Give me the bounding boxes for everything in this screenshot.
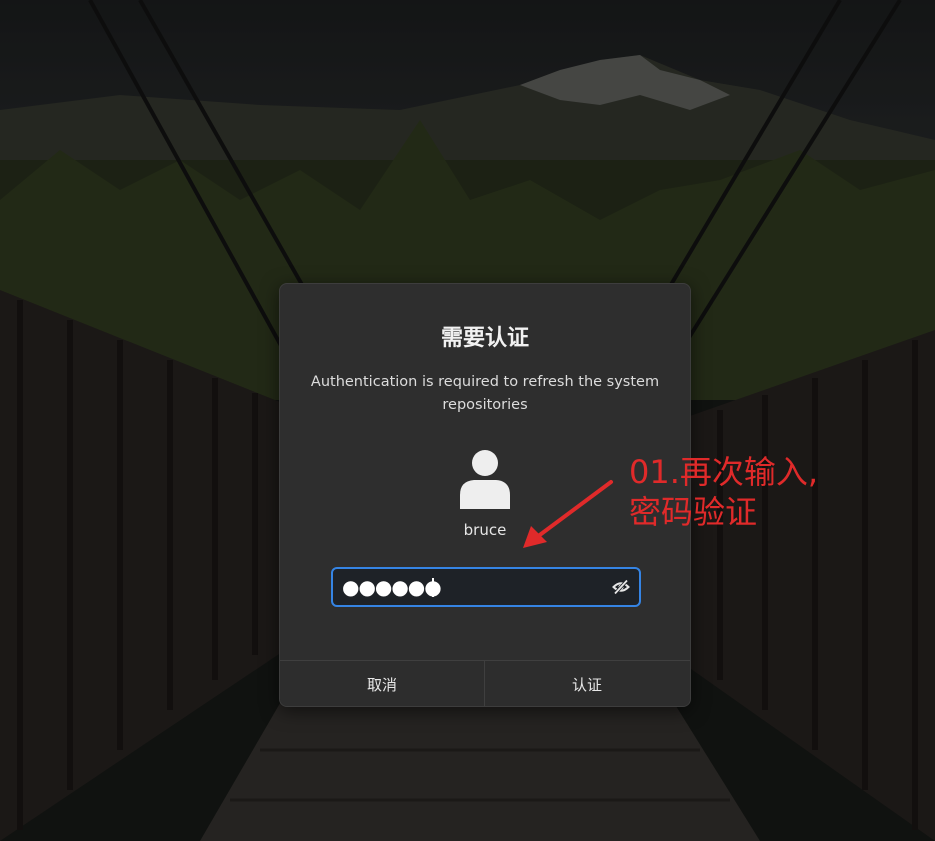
dialog-title: 需要认证 (440, 326, 529, 351)
password-masked-value: ●●●●●● (342, 575, 442, 599)
dialog-message: Authentication is required to refresh th… (310, 374, 660, 413)
password-input[interactable]: ●●●●●● (331, 567, 641, 607)
dialog-button-row: 取消 认证 (280, 660, 690, 706)
user-avatar-icon (460, 450, 510, 509)
login-screen: 需要认证 Authentication is required to refre… (0, 0, 935, 841)
eye-slash-icon[interactable] (612, 578, 630, 596)
text-caret (432, 578, 434, 597)
authenticate-button[interactable]: 认证 (485, 661, 689, 706)
annotation-text: 01.再次输入, 密码验证 (629, 453, 819, 531)
cancel-button[interactable]: 取消 (280, 661, 485, 706)
annotation-arrow-icon (523, 480, 613, 548)
